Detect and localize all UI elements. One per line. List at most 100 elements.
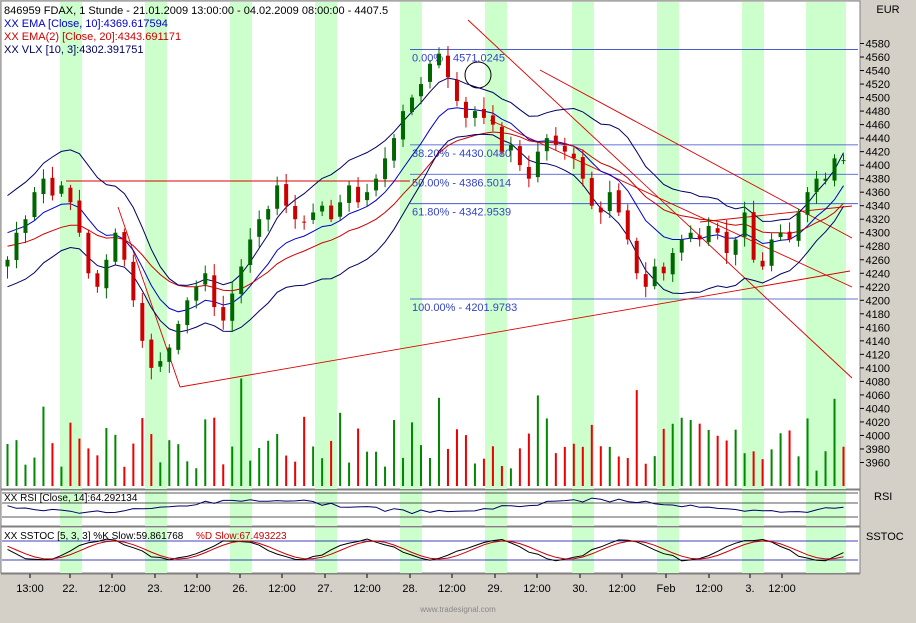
candle-body [644, 274, 648, 287]
volume-bar [573, 444, 575, 486]
volume-bar [474, 464, 476, 486]
candle-body [806, 192, 810, 215]
volume-bar [240, 378, 242, 486]
volume-bar [708, 430, 710, 486]
volume-bar [33, 458, 35, 486]
volume-bar [600, 446, 602, 486]
candle-body [842, 160, 846, 161]
volume-bar [735, 430, 737, 486]
candle-body [239, 267, 243, 294]
price-tick-label: 4500 [866, 93, 890, 105]
volume-bar [213, 418, 215, 486]
candle-body [266, 209, 270, 219]
price-tick-label: 4360 [866, 187, 890, 199]
volume-bar [357, 428, 359, 486]
session-band-rsi [230, 491, 252, 526]
volume-bar [96, 455, 98, 486]
candle-body [536, 152, 540, 177]
volume-bar [789, 430, 791, 486]
time-tick-label: 12:00 [438, 583, 466, 595]
candle-body [329, 206, 333, 220]
price-tick-label: 3980 [866, 444, 890, 456]
candle-body [122, 232, 126, 260]
volume-bar [195, 468, 197, 486]
session-band [572, 2, 594, 489]
legend-ema10: XX EMA [Close, 10]:4369.617594 [4, 18, 168, 30]
session-band [400, 2, 422, 489]
time-tick-label: 28. [402, 583, 417, 595]
volume-bar [267, 441, 269, 486]
volume-bar [672, 424, 674, 486]
price-tick-label: 4180 [866, 309, 890, 321]
volume-bar [321, 458, 323, 486]
session-band [485, 2, 507, 489]
candle-body [275, 185, 279, 208]
volume-bar [393, 420, 395, 486]
volume-bar [402, 458, 404, 486]
price-tick-label: 4320 [866, 214, 890, 226]
sstoc-tag: SSTOC [866, 531, 904, 543]
volume-bar [429, 458, 431, 486]
volume-bar [438, 398, 440, 486]
volume-bar [411, 422, 413, 486]
volume-bar [15, 440, 17, 486]
volume-bar [528, 434, 530, 486]
price-tick-label: 4000 [866, 430, 890, 442]
volume-bar [807, 418, 809, 486]
candle-body [518, 146, 522, 165]
watermark: www.tradesignal.com [419, 605, 496, 614]
volume-bar [627, 458, 629, 486]
volume-bar [762, 459, 764, 486]
candle-body [257, 219, 261, 237]
volume-bar [645, 464, 647, 486]
candle-body [482, 109, 486, 118]
volume-bar [492, 446, 494, 486]
volume-bar [303, 417, 305, 486]
volume-bar [744, 453, 746, 486]
price-tick-label: 4100 [866, 363, 890, 375]
candle-body [131, 262, 135, 300]
candle-body [320, 206, 324, 212]
volume-bar [753, 451, 755, 486]
candle-body [95, 273, 99, 286]
candle-body [50, 178, 54, 196]
price-tick-label: 4340 [866, 201, 890, 213]
volume-bar [537, 395, 539, 486]
volume-bar [636, 390, 638, 486]
price-tick-label: 4460 [866, 120, 890, 132]
volume-bar [843, 447, 845, 486]
volume-bar [231, 447, 233, 486]
volume-bar [384, 467, 386, 486]
volume-bar [312, 446, 314, 486]
candle-body [158, 361, 162, 367]
candle-body [221, 307, 225, 321]
volume-bar [681, 418, 683, 486]
candle-body [725, 232, 729, 253]
time-tick-label: 12:00 [695, 583, 723, 595]
candle-body [779, 233, 783, 237]
fib-label: 38.20% - 4430.0480 [412, 148, 511, 160]
volume-bar [69, 423, 71, 486]
candle-body [347, 185, 351, 202]
time-tick-label: 12:00 [608, 583, 636, 595]
candle-body [455, 80, 459, 101]
candle-body [14, 233, 18, 260]
price-tick-label: 4160 [866, 322, 890, 334]
chart-svg: 3960398040004020404040604080410041204140… [0, 0, 916, 618]
legend-ema20: XX EMA(2) [Close, 20]:4343.691171 [4, 31, 181, 43]
fib-label: 100.00% - 4201.9783 [412, 302, 517, 314]
price-tick-label: 4580 [866, 39, 890, 51]
candle-body [338, 202, 342, 216]
candle-body [32, 192, 36, 217]
fib-label: 61.80% - 4342.9539 [412, 207, 511, 219]
candle-body [545, 138, 549, 151]
candle-body [374, 179, 378, 191]
rsi-legend: XX RSI [Close, 14]:64.292134 [4, 493, 138, 504]
candle-body [149, 340, 153, 368]
candle-body [500, 127, 504, 152]
sstoc-legend-d: %D Slow:67.493223 [196, 531, 287, 542]
session-band-sstoc [806, 528, 846, 573]
candle-body [761, 261, 765, 267]
price-tick-label: 4140 [866, 336, 890, 348]
candle-body [311, 212, 315, 219]
